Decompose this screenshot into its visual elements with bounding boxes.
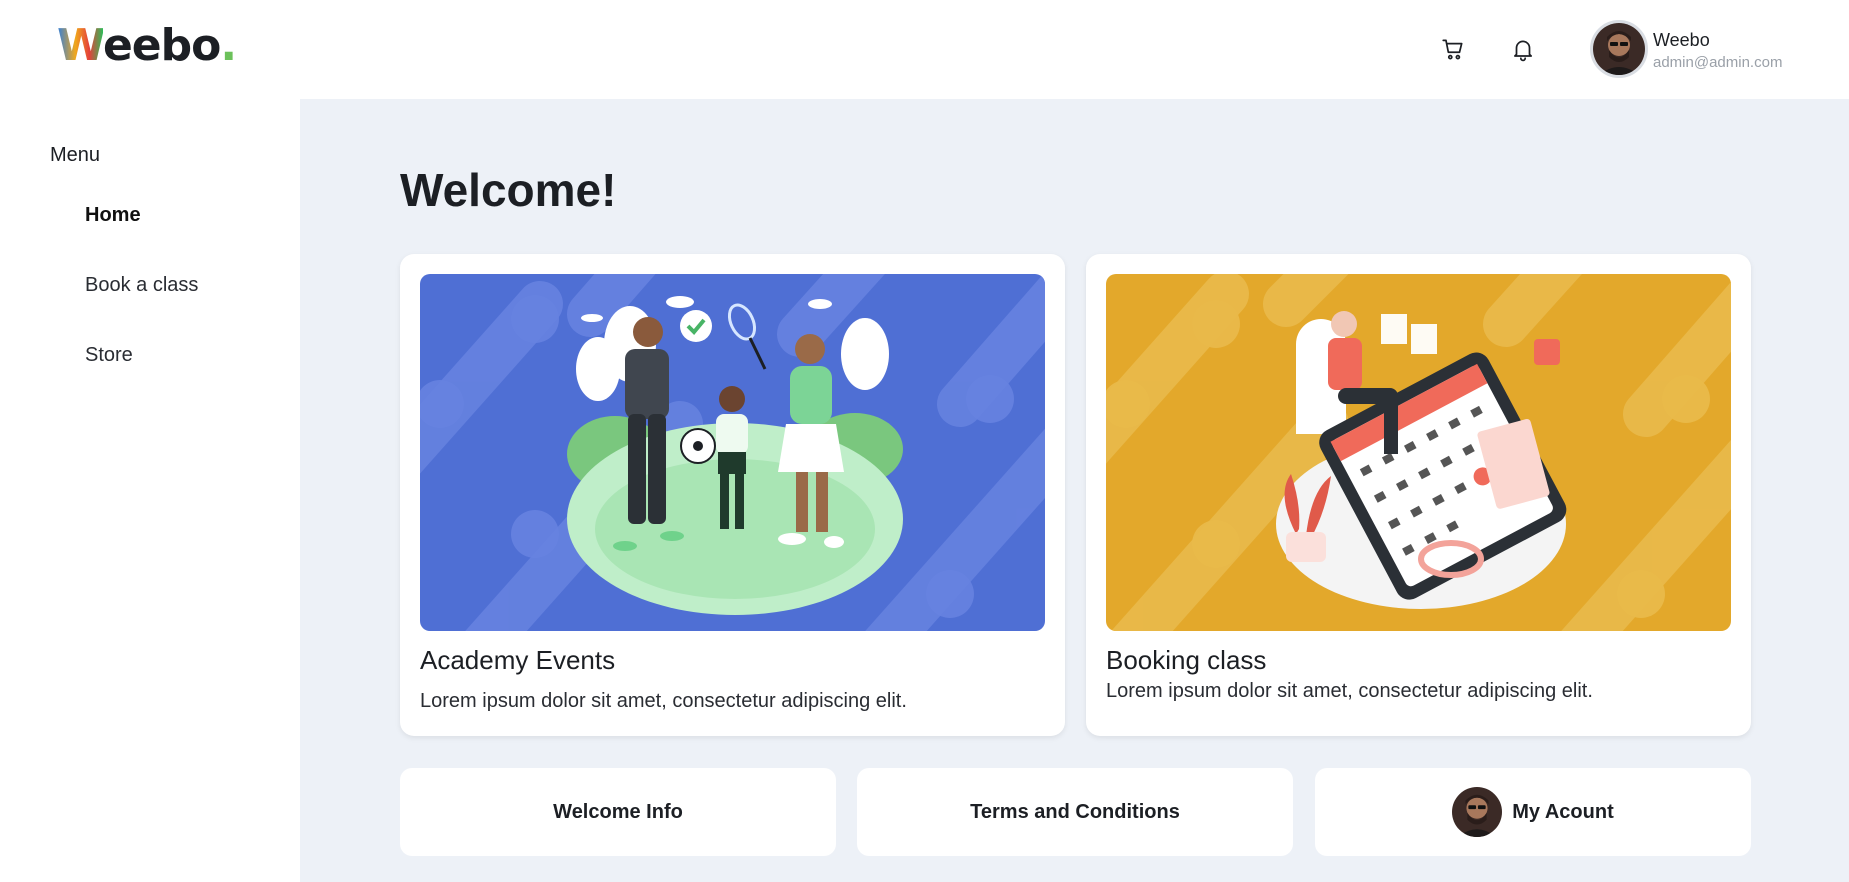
sidebar-item-book-a-class[interactable]: Book a class xyxy=(85,274,198,297)
tile-label: Terms and Conditions xyxy=(970,800,1180,823)
user-name: Weebo xyxy=(1653,30,1710,50)
user-email: admin@admin.com xyxy=(1653,54,1783,71)
weebo-logo[interactable]: Weebo. xyxy=(57,20,237,72)
sidebar-item-store[interactable]: Store xyxy=(85,344,133,367)
calendar-booking-illustration xyxy=(1106,274,1731,631)
welcome-info-button[interactable]: Welcome Info xyxy=(400,768,836,856)
card-title: Academy Events xyxy=(420,645,616,675)
page-title: Welcome! xyxy=(400,164,617,216)
terms-and-conditions-button[interactable]: Terms and Conditions xyxy=(857,768,1293,856)
bell-icon[interactable] xyxy=(1510,36,1536,62)
user-avatar[interactable] xyxy=(1590,20,1648,78)
tile-label: Welcome Info xyxy=(553,800,683,823)
academy-events-card[interactable]: Academy Events Lorem ipsum dolor sit ame… xyxy=(400,254,1065,736)
card-title: Booking class xyxy=(1106,645,1267,675)
cart-icon[interactable] xyxy=(1440,36,1466,62)
booking-class-card[interactable]: Booking class Lorem ipsum dolor sit amet… xyxy=(1086,254,1751,736)
menu-title: Menu xyxy=(50,144,101,166)
main-content: Welcome! Academy Events Lorem ipsum dolo… xyxy=(300,99,1849,882)
sports-family-illustration xyxy=(420,274,1045,631)
tile-label: My Acount xyxy=(1512,800,1614,823)
card-description: Lorem ipsum dolor sit amet, consectetur … xyxy=(420,690,907,712)
card-description: Lorem ipsum dolor sit amet, consectetur … xyxy=(1106,680,1593,702)
sidebar: Menu Home Book a class Store xyxy=(0,99,300,882)
account-avatar xyxy=(1452,787,1503,837)
sidebar-item-home[interactable]: Home xyxy=(85,204,141,227)
top-header: Weebo. Weebo admin@admin.com xyxy=(0,0,1849,99)
my-account-button[interactable]: My Acount xyxy=(1315,768,1751,856)
